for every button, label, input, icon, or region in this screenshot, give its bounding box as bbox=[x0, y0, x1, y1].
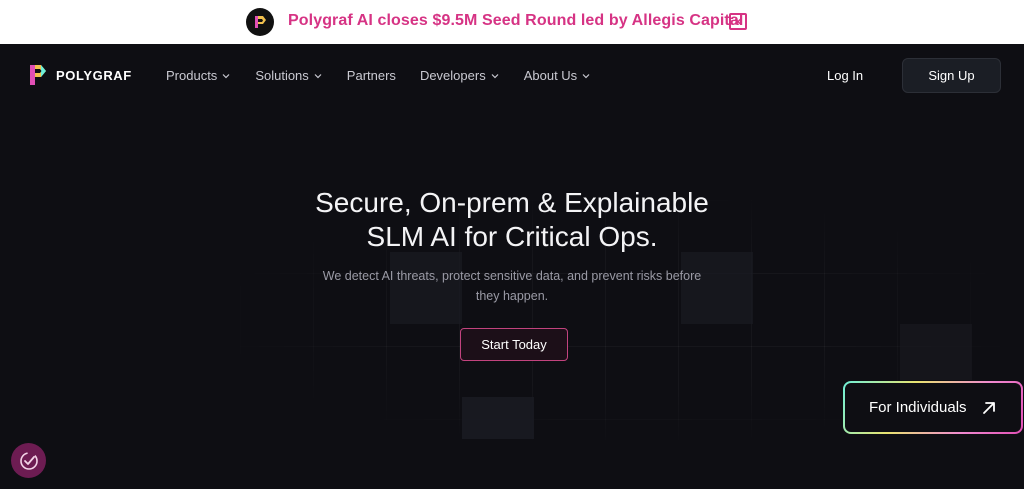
nav-item-label: Solutions bbox=[255, 68, 309, 83]
chevron-down-icon bbox=[222, 73, 230, 78]
chevron-down-icon bbox=[491, 73, 499, 78]
for-individuals-button[interactable]: For Individuals bbox=[843, 381, 1023, 434]
brand-name: POLYGRAF bbox=[56, 67, 132, 83]
announcement-bar: Polygraf AI closes $9.5M Seed Round led … bbox=[0, 0, 1024, 44]
nav-item-label: Developers bbox=[419, 68, 486, 83]
hero-title: Secure, On-prem & Explainable SLM AI for… bbox=[0, 186, 1024, 254]
polygraf-logo-icon bbox=[30, 65, 46, 85]
nav-item-label: Products bbox=[166, 68, 218, 83]
chevron-down-icon bbox=[314, 73, 322, 78]
hero-title-line-2: SLM AI for Critical Ops. bbox=[366, 221, 658, 252]
for-individuals-label: For Individuals bbox=[869, 399, 967, 416]
login-link[interactable]: Log In bbox=[827, 68, 863, 83]
nav-item-about-us[interactable]: About Us bbox=[524, 68, 591, 83]
nav-item-label: About Us bbox=[523, 68, 578, 83]
top-nav: POLYGRAF Products Solutions Partners Dev… bbox=[0, 44, 1024, 108]
start-today-button[interactable]: Start Today bbox=[460, 328, 568, 361]
for-individuals-inner: For Individuals bbox=[845, 383, 1021, 432]
arrow-up-right-icon bbox=[982, 401, 995, 414]
cookie-consent-button[interactable] bbox=[11, 443, 46, 478]
announcement-text[interactable]: Polygraf AI closes $9.5M Seed Round led … bbox=[288, 12, 743, 30]
hero-subtitle: We detect AI threats, protect sensitive … bbox=[0, 266, 1024, 306]
cookie-consent-icon bbox=[19, 451, 38, 470]
signup-label: Sign Up bbox=[928, 68, 975, 83]
nav-item-developers[interactable]: Developers bbox=[420, 68, 500, 83]
nav-item-label: Partners bbox=[346, 68, 396, 83]
start-today-label: Start Today bbox=[481, 337, 547, 352]
hero-title-line-1: Secure, On-prem & Explainable bbox=[315, 187, 709, 218]
nav-item-partners[interactable]: Partners bbox=[347, 68, 396, 83]
nav-item-solutions[interactable]: Solutions bbox=[255, 68, 322, 83]
grid-tile bbox=[462, 397, 534, 439]
close-glyph: × bbox=[734, 14, 742, 29]
hero-subtitle-line-1: We detect AI threats, protect sensitive … bbox=[322, 269, 702, 283]
main-menu: Products Solutions Partners Developers A… bbox=[166, 68, 615, 83]
close-icon[interactable]: × bbox=[729, 13, 747, 30]
brand-logo[interactable]: POLYGRAF bbox=[28, 64, 132, 86]
polygraf-logo-icon bbox=[246, 8, 274, 36]
chevron-down-icon bbox=[582, 73, 590, 78]
hero-subtitle-line-2: they happen. bbox=[475, 289, 549, 303]
grid-tile bbox=[900, 324, 972, 380]
nav-item-products[interactable]: Products bbox=[166, 68, 231, 83]
signup-button[interactable]: Sign Up bbox=[902, 58, 1001, 93]
